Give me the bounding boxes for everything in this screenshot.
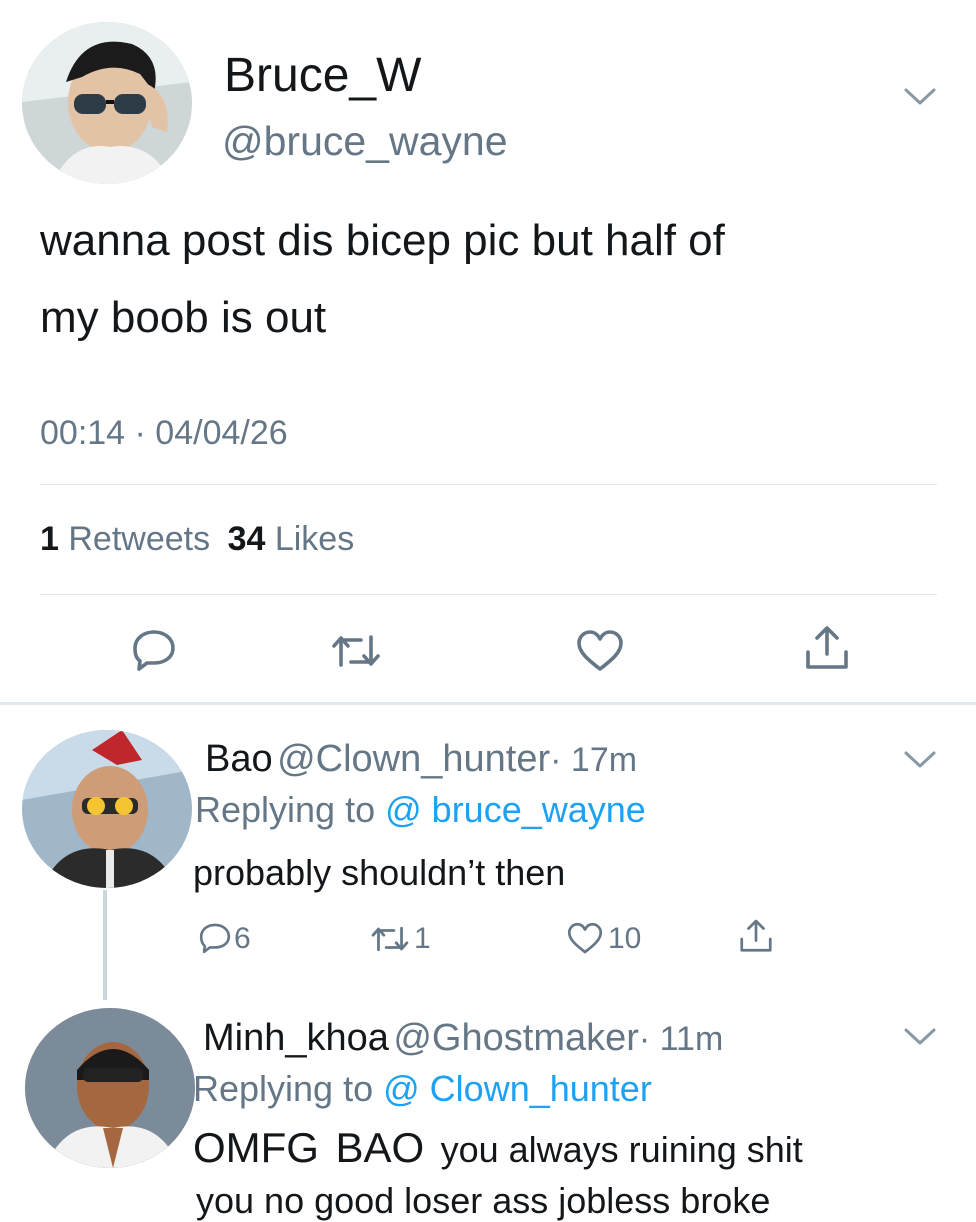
replying-to-line: Replying to @ bruce_wayne — [195, 789, 646, 831]
retweet-icon[interactable] — [330, 632, 382, 670]
chevron-down-icon[interactable] — [903, 750, 937, 770]
share-icon[interactable] — [738, 918, 774, 954]
avatar-minh-khoa[interactable] — [25, 1008, 195, 1168]
replying-to-link[interactable]: @ bruce_wayne — [385, 789, 646, 830]
like-count: 10 — [608, 922, 642, 955]
reply-handle[interactable]: @Ghostmaker — [393, 1017, 639, 1059]
tweet-text-line-2: my boob is out — [40, 293, 327, 342]
reply-handle[interactable]: @Clown_hunter — [277, 738, 550, 780]
reply-text-word-omfg: OMFG — [193, 1124, 319, 1171]
retweets-count[interactable]: 1 — [40, 520, 59, 558]
reply-text-line-2: you no good loser ass jobless broke — [196, 1180, 771, 1221]
retweet-icon[interactable] — [370, 924, 410, 954]
chevron-down-icon[interactable] — [903, 1027, 937, 1047]
divider — [40, 594, 937, 595]
replying-to-link[interactable]: @ Clown_hunter — [383, 1068, 652, 1109]
reply-text-word-bao: BAO — [335, 1124, 425, 1171]
likes-label[interactable]: Likes — [275, 520, 354, 558]
replying-to-label: Replying to — [195, 789, 376, 830]
author-handle[interactable]: @bruce_wayne — [222, 118, 508, 165]
reply-header: Minh_khoa @Ghostmaker· 11m — [203, 1017, 723, 1060]
avatar-bao[interactable] — [22, 730, 192, 888]
retweets-label[interactable]: Retweets — [68, 520, 210, 558]
like-icon[interactable] — [566, 922, 604, 955]
tweet-stats: 1 Retweets 34 Likes — [40, 520, 354, 559]
replying-to-line: Replying to @ Clown_hunter — [193, 1068, 652, 1110]
reply-icon[interactable] — [131, 628, 177, 672]
chevron-down-icon[interactable] — [903, 87, 937, 107]
reply-time[interactable]: · 11m — [639, 1020, 723, 1058]
author-display-name[interactable]: Bruce_W — [224, 48, 421, 103]
tweet-timestamp[interactable]: 00:14 · 04/04/26 — [40, 414, 288, 453]
reply-display-name[interactable]: Minh_khoa — [203, 1017, 389, 1059]
reply-text-rest: you always ruining shit — [440, 1129, 803, 1170]
divider — [40, 484, 937, 485]
reply-display-name[interactable]: Bao — [205, 738, 273, 780]
share-icon[interactable] — [803, 624, 851, 672]
avatar-bruce[interactable] — [22, 22, 192, 184]
reply-header: Bao @Clown_hunter· 17m — [205, 738, 637, 781]
reply-text-line-1: OMFG BAO you always ruining shit — [193, 1124, 803, 1172]
replying-to-label: Replying to — [193, 1068, 374, 1109]
reply-time[interactable]: · 17m — [550, 741, 637, 779]
section-divider — [0, 702, 976, 705]
reply-count: 6 — [234, 922, 251, 955]
retweet-count: 1 — [414, 922, 431, 955]
reply-text: probably shouldn’t then — [193, 852, 566, 893]
reply-thread-line — [103, 890, 107, 1000]
tweet-text-line-1: wanna post dis bicep pic but half of — [40, 216, 725, 265]
like-icon[interactable] — [575, 629, 625, 673]
likes-count[interactable]: 34 — [228, 520, 266, 558]
reply-icon[interactable] — [198, 922, 232, 954]
